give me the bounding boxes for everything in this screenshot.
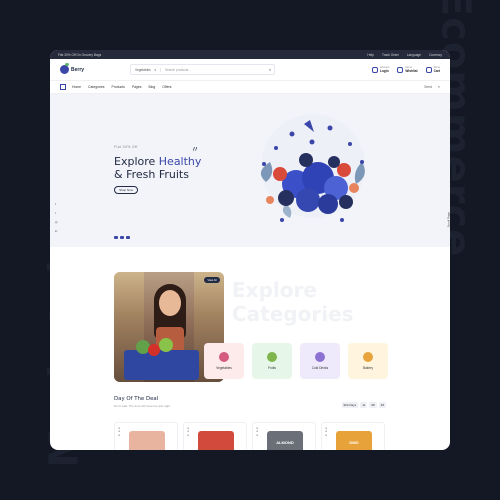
swirl-icon: 〃: [191, 145, 199, 154]
location-select[interactable]: Seed: [424, 85, 432, 89]
scroll-page-label: Scroll Page: [446, 212, 450, 228]
category-label: Fruits: [268, 366, 276, 370]
explore-categories-section: View All Explore Categories Vegetables F…: [114, 272, 388, 382]
slider-dots[interactable]: [114, 236, 130, 239]
nav-item-products[interactable]: Products: [111, 85, 124, 89]
countdown-minutes: 08: [369, 402, 377, 408]
product-card[interactable]: ★ ★ ★: [114, 422, 178, 450]
bakery-icon: [363, 352, 373, 362]
deal-countdown: 992 Days 11 08 48: [341, 402, 386, 408]
product-image: ALMOND: [267, 431, 303, 450]
category-card-fruits[interactable]: Fruits: [252, 343, 292, 379]
promo-text: Flat 30% Off On Grocery Bags: [58, 52, 102, 57]
category-label: Vegetables: [216, 366, 232, 370]
explore-title-line2: Categories: [232, 302, 354, 326]
explore-title: Explore Categories: [232, 278, 354, 326]
category-label: Cold Drinks: [311, 366, 329, 370]
social-links: f t ◎ in: [55, 202, 58, 233]
countdown-seconds: 48: [378, 402, 386, 408]
user-icon: [372, 66, 379, 73]
wishlist-label: Wishlist: [405, 69, 418, 73]
track-order-link[interactable]: Track Order: [382, 53, 399, 57]
header: Berry Vegetables ▾ Search products... ⌕ …: [50, 59, 450, 81]
website-preview: Flat 30% Off On Grocery Bags Help Track …: [50, 50, 450, 450]
hero-banner: f t ◎ in Flat 30% Off 〃 Explore Healthy …: [50, 94, 450, 247]
countdown-days: 992 Days: [341, 402, 359, 408]
search-input[interactable]: Search products...: [161, 68, 266, 72]
shopping-cart-image: [124, 350, 199, 380]
cart-button[interactable]: Items Cart: [425, 66, 440, 73]
grid-icon[interactable]: [60, 84, 66, 90]
help-link[interactable]: Help: [367, 53, 374, 57]
cold-drinks-icon: [315, 352, 325, 362]
view-all-button[interactable]: View All: [204, 277, 220, 283]
shop-now-button[interactable]: Shop Now: [114, 186, 138, 194]
explore-title-line1: Explore: [232, 278, 317, 302]
facebook-icon[interactable]: f: [55, 202, 58, 206]
slider-dot[interactable]: [126, 236, 130, 239]
search-bar: Vegetables ▾ Search products... ⌕: [130, 64, 275, 75]
rating-icons: ★ ★ ★: [256, 427, 259, 437]
category-label: Bakery: [363, 366, 373, 370]
language-select[interactable]: Language: [407, 53, 421, 57]
nav-item-home[interactable]: Home: [72, 85, 81, 89]
product-image: DMO: [336, 431, 372, 450]
nav-item-blog[interactable]: Blog: [148, 85, 155, 89]
nav-item-categories[interactable]: Categories: [88, 85, 104, 89]
top-bar: Flat 30% Off On Grocery Bags Help Track …: [50, 50, 450, 59]
slider-dot[interactable]: [114, 236, 118, 239]
product-card[interactable]: ★ ★ ★: [183, 422, 247, 450]
slider-dot[interactable]: [120, 236, 124, 239]
vegetables-icon: [219, 352, 229, 362]
product-image: [129, 431, 165, 450]
instagram-icon[interactable]: ◎: [55, 220, 58, 224]
currency-select[interactable]: Currency: [429, 53, 442, 57]
category-card-cold-drinks[interactable]: Cold Drinks: [300, 343, 340, 379]
account-label: Login: [380, 69, 389, 73]
logo-icon: [60, 63, 69, 74]
nav-item-pages[interactable]: Pages: [132, 85, 142, 89]
fruits-icon: [267, 352, 277, 362]
twitter-icon[interactable]: t: [55, 211, 58, 215]
search-category-label: Vegetables: [135, 67, 151, 72]
category-card-bakery[interactable]: Bakery: [348, 343, 388, 379]
account-button[interactable]: Account Login: [372, 66, 389, 73]
hero-title-highlight: Healthy: [158, 155, 202, 168]
product-card[interactable]: ★ ★ ★ DMO: [321, 422, 385, 450]
hero-title: Explore Healthy & Fresh Fruits: [114, 155, 201, 181]
category-card-vegetables[interactable]: Vegetables: [204, 343, 244, 379]
hero-kicker: Flat 30% Off: [114, 145, 138, 149]
menu-icon[interactable]: ≡: [438, 85, 440, 89]
deals-section: Day Of The Deal Don't wait. The time wil…: [114, 396, 386, 408]
rating-icons: ★ ★ ★: [325, 427, 328, 437]
rating-icons: ★ ★ ★: [187, 427, 190, 437]
product-image: [198, 431, 234, 450]
wishlist-button[interactable]: Items Wishlist: [397, 66, 418, 73]
hero-title-line2: & Fresh Fruits: [114, 168, 189, 181]
person-face: [159, 290, 181, 316]
linkedin-icon[interactable]: in: [55, 229, 58, 233]
heart-icon: [397, 66, 404, 73]
countdown-hours: 11: [360, 402, 368, 408]
main-nav: Home Categories Products Pages Blog Offe…: [50, 81, 450, 94]
logo-text: Berry: [71, 66, 85, 73]
chevron-down-icon: ▾: [154, 67, 156, 72]
product-row: ★ ★ ★ ★ ★ ★ ★ ★ ★ ALMOND ★ ★ ★ DMO: [114, 422, 386, 450]
cart-label: Cart: [433, 69, 440, 73]
blueberry-fruit-illustration: [260, 114, 365, 222]
logo[interactable]: Berry: [60, 63, 100, 74]
product-card[interactable]: ★ ★ ★ ALMOND: [252, 422, 316, 450]
search-category-select[interactable]: Vegetables ▾: [131, 67, 161, 72]
rating-icons: ★ ★ ★: [118, 427, 121, 437]
category-cards: Vegetables Fruits Cold Drinks Bakery: [204, 343, 388, 379]
search-icon[interactable]: ⌕: [266, 67, 274, 72]
vegetable-image: [159, 338, 173, 352]
cart-icon: [425, 66, 432, 73]
hero-title-plain: Explore: [114, 155, 159, 168]
nav-item-offers[interactable]: Offers: [162, 85, 171, 89]
